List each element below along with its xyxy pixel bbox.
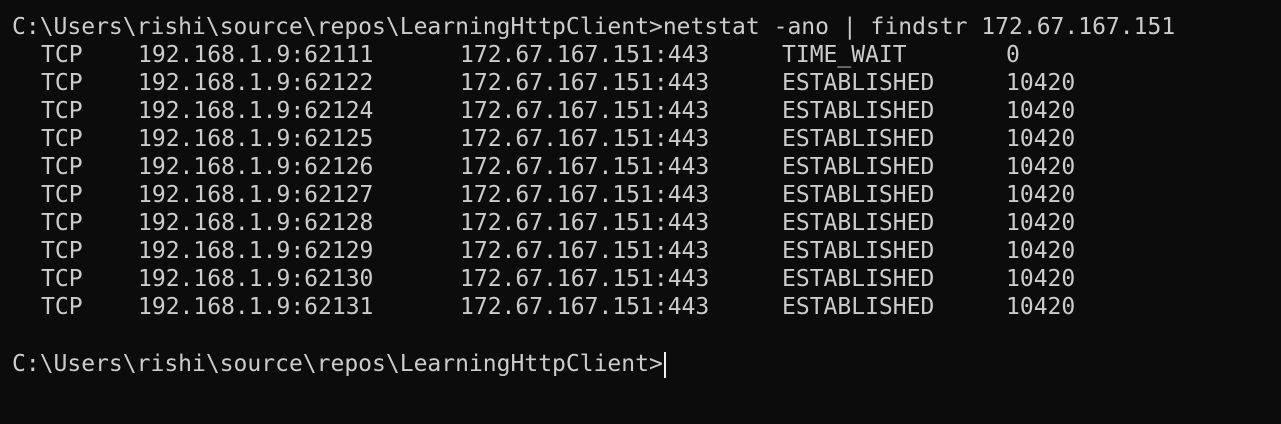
local-address-cell: 192.168.1.9:62131 xyxy=(138,294,374,320)
protocol-cell: TCP xyxy=(41,210,83,236)
pid-cell: 10420 xyxy=(1006,154,1076,180)
table-row: TCP 192.168.1.9:62125 172.67.167.151:443… xyxy=(0,125,1281,153)
pid-cell: 10420 xyxy=(1006,238,1076,264)
local-address-cell: 192.168.1.9:62128 xyxy=(138,210,374,236)
table-row: TCP 192.168.1.9:62126 172.67.167.151:443… xyxy=(0,153,1281,181)
table-row: TCP 192.168.1.9:62122 172.67.167.151:443… xyxy=(0,69,1281,97)
pid-cell: 10420 xyxy=(1006,126,1076,152)
pid-cell: 10420 xyxy=(1006,98,1076,124)
state-cell: ESTABLISHED xyxy=(782,154,935,180)
protocol-cell: TCP xyxy=(41,266,83,292)
protocol-cell: TCP xyxy=(41,126,83,152)
state-cell: ESTABLISHED xyxy=(782,126,935,152)
pid-cell: 10420 xyxy=(1006,182,1076,208)
pid-cell: 10420 xyxy=(1006,70,1076,96)
state-cell: ESTABLISHED xyxy=(782,182,935,208)
state-cell: ESTABLISHED xyxy=(782,70,935,96)
protocol-cell: TCP xyxy=(41,154,83,180)
foreign-address-cell: 172.67.167.151:443 xyxy=(460,98,710,124)
pid-cell: 0 xyxy=(1006,42,1020,68)
terminal-window[interactable]: C:\Users\rishi\source\repos\LearningHttp… xyxy=(0,0,1281,424)
local-address-cell: 192.168.1.9:62130 xyxy=(138,266,374,292)
protocol-cell: TCP xyxy=(41,238,83,264)
table-row: TCP 192.168.1.9:62130 172.67.167.151:443… xyxy=(0,265,1281,293)
pid-cell: 10420 xyxy=(1006,294,1076,320)
foreign-address-cell: 172.67.167.151:443 xyxy=(460,266,710,292)
foreign-address-cell: 172.67.167.151:443 xyxy=(460,238,710,264)
foreign-address-cell: 172.67.167.151:443 xyxy=(460,126,710,152)
state-cell: ESTABLISHED xyxy=(782,294,935,320)
local-address-cell: 192.168.1.9:62125 xyxy=(138,126,374,152)
foreign-address-cell: 172.67.167.151:443 xyxy=(460,182,710,208)
protocol-cell: TCP xyxy=(41,182,83,208)
protocol-cell: TCP xyxy=(41,98,83,124)
foreign-address-cell: 172.67.167.151:443 xyxy=(460,70,710,96)
table-row: TCP 192.168.1.9:62124 172.67.167.151:443… xyxy=(0,97,1281,125)
local-address-cell: 192.168.1.9:62122 xyxy=(138,70,374,96)
protocol-cell: TCP xyxy=(41,42,83,68)
protocol-cell: TCP xyxy=(41,294,83,320)
table-row: TCP 192.168.1.9:62129 172.67.167.151:443… xyxy=(0,237,1281,265)
state-cell: ESTABLISHED xyxy=(782,266,935,292)
local-address-cell: 192.168.1.9:62127 xyxy=(138,182,374,208)
local-address-cell: 192.168.1.9:62129 xyxy=(138,238,374,264)
local-address-cell: 192.168.1.9:62111 xyxy=(138,42,374,68)
command-line: C:\Users\rishi\source\repos\LearningHttp… xyxy=(12,14,1176,40)
state-cell: ESTABLISHED xyxy=(782,238,935,264)
local-address-cell: 192.168.1.9:62126 xyxy=(138,154,374,180)
pid-cell: 10420 xyxy=(1006,266,1076,292)
state-cell: ESTABLISHED xyxy=(782,98,935,124)
prompt-text: C:\Users\rishi\source\repos\LearningHttp… xyxy=(12,351,663,377)
prompt-line[interactable]: C:\Users\rishi\source\repos\LearningHttp… xyxy=(12,350,666,378)
local-address-cell: 192.168.1.9:62124 xyxy=(138,98,374,124)
table-row: TCP 192.168.1.9:62128 172.67.167.151:443… xyxy=(0,209,1281,237)
pid-cell: 10420 xyxy=(1006,210,1076,236)
table-row: TCP 192.168.1.9:62127 172.67.167.151:443… xyxy=(0,181,1281,209)
state-cell: TIME_WAIT xyxy=(782,42,907,68)
foreign-address-cell: 172.67.167.151:443 xyxy=(460,294,710,320)
protocol-cell: TCP xyxy=(41,70,83,96)
foreign-address-cell: 172.67.167.151:443 xyxy=(460,154,710,180)
table-row: TCP 192.168.1.9:62111 172.67.167.151:443… xyxy=(0,41,1281,69)
state-cell: ESTABLISHED xyxy=(782,210,935,236)
table-row: TCP 192.168.1.9:62131 172.67.167.151:443… xyxy=(0,293,1281,321)
foreign-address-cell: 172.67.167.151:443 xyxy=(460,210,710,236)
text-cursor xyxy=(663,351,666,378)
foreign-address-cell: 172.67.167.151:443 xyxy=(460,42,710,68)
